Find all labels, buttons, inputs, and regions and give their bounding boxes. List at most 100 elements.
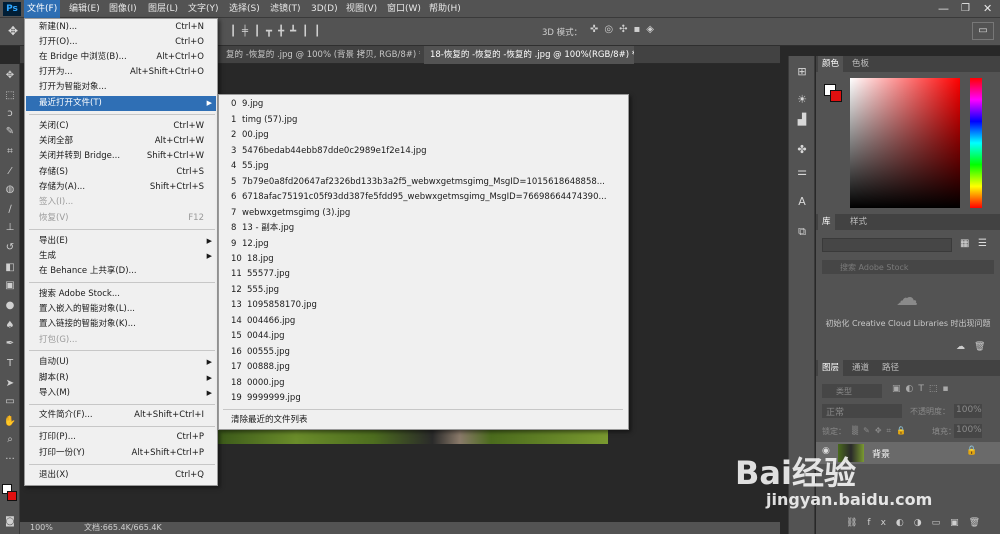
recent-file-item[interactable]: 17 00888.jpg	[219, 360, 628, 375]
menu-item-search-stock[interactable]: 搜索 Adobe Stock...	[26, 287, 216, 302]
crop-tool-icon[interactable]: ⌗	[2, 144, 18, 160]
zoom-tool-icon[interactable]: ⌕	[2, 432, 18, 448]
menu-item-file-info[interactable]: 文件简介(F)... Alt+Shift+Ctrl+I	[26, 408, 216, 423]
grid-view-icon[interactable]: ▦	[960, 238, 969, 249]
recent-file-item[interactable]: 18 0000.jpg	[219, 376, 628, 391]
align-icons[interactable]: ┃╪┃┳╋┻┃┃	[230, 26, 430, 38]
menu-item-browse-bridge[interactable]: 在 Bridge 中浏览(B)... Alt+Ctrl+O	[26, 50, 216, 65]
history-brush-icon[interactable]: ↺	[2, 240, 18, 256]
hand-tool-icon[interactable]: ✋	[2, 414, 18, 430]
menu-item-close[interactable]: 关闭(C) Ctrl+W	[26, 119, 216, 134]
recent-file-item[interactable]: 10 18.jpg	[219, 252, 628, 267]
color-field[interactable]	[850, 78, 960, 208]
library-cloud-icon[interactable]: ☁	[956, 342, 965, 352]
quick-select-icon[interactable]: ✎	[2, 124, 18, 140]
eraser-tool-icon[interactable]: ◧	[2, 260, 18, 276]
healing-brush-icon[interactable]: ◍	[2, 182, 18, 198]
brush-panel-icon[interactable]: ✤	[794, 142, 810, 158]
menu-filter[interactable]: 滤镜(T)	[267, 0, 304, 18]
tab-library[interactable]: 库	[818, 214, 835, 230]
menu-image[interactable]: 图像(I)	[106, 0, 140, 18]
character-icon[interactable]: A	[794, 194, 810, 210]
menu-item-open-smart-object[interactable]: 打开为智能对象...	[26, 80, 216, 95]
menu-edit[interactable]: 编辑(E)	[66, 0, 103, 18]
list-view-icon[interactable]: ☰	[978, 238, 987, 249]
lock-icons[interactable]: ▒✎✥⌗🔒	[852, 426, 911, 436]
menu-item-place-linked[interactable]: 置入链接的智能对象(K)...	[26, 317, 216, 332]
more-tools-icon[interactable]: ···	[2, 452, 18, 468]
recent-file-item[interactable]: 14 004466.jpg	[219, 314, 628, 329]
tab-channels[interactable]: 通道	[848, 360, 873, 376]
menu-item-scripts[interactable]: 脚本(R) ▶	[26, 371, 216, 386]
menu-item-save-as[interactable]: 存储为(A)... Shift+Ctrl+S	[26, 180, 216, 195]
recent-file-item[interactable]: 7 webwxgetmsgimg (3).jpg	[219, 206, 628, 221]
quick-mask-icon[interactable]: ◙	[2, 514, 18, 530]
menu-help[interactable]: 帮助(H)	[426, 0, 464, 18]
history-panel-icon[interactable]: ⊞	[794, 64, 810, 80]
move-tool-icon[interactable]: ✥	[2, 68, 18, 84]
restore-icon[interactable]: ❐	[958, 0, 973, 18]
menu-item-open[interactable]: 打开(O)... Ctrl+O	[26, 35, 216, 50]
background-color-swatch[interactable]	[7, 491, 17, 501]
zoom-level[interactable]: 100%	[30, 522, 53, 534]
menu-item-import[interactable]: 导入(M) ▶	[26, 386, 216, 401]
layers-footer-icons[interactable]: ⛓fx◐◑▭▣🗑	[846, 518, 990, 528]
adjustments-icon[interactable]: ☀	[794, 92, 810, 108]
recent-file-item[interactable]: 4 55.jpg	[219, 159, 628, 174]
stamp-tool-icon[interactable]: ⊥	[2, 220, 18, 236]
recent-file-item[interactable]: 19 9999999.jpg	[219, 391, 628, 406]
recent-file-item[interactable]: 3 5476bedab44ebb87dde0c2989e1f2e14.jpg	[219, 144, 628, 159]
pen-tool-icon[interactable]: ✒	[2, 336, 18, 352]
tab-color[interactable]: 颜色	[818, 56, 844, 72]
tab-styles[interactable]: 样式	[846, 214, 871, 230]
stock-search-input[interactable]: 搜索 Adobe Stock	[822, 260, 994, 274]
menu-3d[interactable]: 3D(D)	[308, 0, 341, 18]
levels-icon[interactable]: ▟	[794, 112, 810, 128]
clear-recent-files[interactable]: 清除最近的文件列表	[219, 413, 628, 428]
close-icon[interactable]: ✕	[980, 0, 995, 18]
menu-item-exit[interactable]: 退出(X) Ctrl+Q	[26, 468, 216, 483]
recent-file-item[interactable]: 12 555.jpg	[219, 283, 628, 298]
hue-slider[interactable]	[970, 78, 982, 208]
opacity-input[interactable]: 100%	[954, 404, 982, 418]
menu-item-print[interactable]: 打印(P)... Ctrl+P	[26, 430, 216, 445]
recent-file-item[interactable]: 1 timg (57).jpg	[219, 113, 628, 128]
tab-document-1[interactable]: 复的 -恢复的 .jpg @ 100% (背景 拷贝, RGB/8#) *	[220, 46, 420, 64]
menu-type[interactable]: 文字(Y)	[185, 0, 222, 18]
type-tool-icon[interactable]: T	[2, 356, 18, 372]
tab-paths[interactable]: 路径	[878, 360, 903, 376]
menu-file[interactable]: 文件(F)	[24, 0, 61, 18]
eyedropper-icon[interactable]: ⁄	[2, 164, 18, 180]
gradient-tool-icon[interactable]: ▣	[2, 278, 18, 294]
brush-tool-icon[interactable]: ∕	[2, 202, 18, 218]
menu-item-generate[interactable]: 生成 ▶	[26, 249, 216, 264]
menu-item-export[interactable]: 导出(E) ▶	[26, 234, 216, 249]
path-select-icon[interactable]: ➤	[2, 376, 18, 392]
menu-item-open-as[interactable]: 打开为... Alt+Shift+Ctrl+O	[26, 65, 216, 80]
recent-file-item[interactable]: 15 0044.jpg	[219, 329, 628, 344]
lasso-tool-icon[interactable]: ↄ	[2, 106, 18, 122]
tab-layers[interactable]: 图层	[818, 360, 844, 376]
menu-item-share-behance[interactable]: 在 Behance 上共享(D)...	[26, 264, 216, 279]
recent-file-item[interactable]: 5 7b79e0a8fd20647af2326bd133b3a2f5_webwxg…	[219, 175, 628, 190]
recent-file-item[interactable]: 16 00555.jpg	[219, 345, 628, 360]
layer-filter-icons[interactable]: ▣◐T⬚▪	[892, 384, 953, 394]
menu-item-close-all[interactable]: 关闭全部 Alt+Ctrl+W	[26, 134, 216, 149]
tab-document-2[interactable]: 18-恢复的 -恢复的 -恢复的 .jpg @ 100%(RGB/8#) *	[424, 46, 634, 64]
blend-mode-select[interactable]: 正常	[822, 404, 902, 418]
menu-layer[interactable]: 图层(L)	[145, 0, 181, 18]
menu-item-close-to-bridge[interactable]: 关闭并转到 Bridge... Shift+Ctrl+W	[26, 149, 216, 164]
shape-tool-icon[interactable]: ▭	[2, 394, 18, 410]
tab-swatches[interactable]: 色板	[848, 56, 873, 72]
menu-item-print-one[interactable]: 打印一份(Y) Alt+Shift+Ctrl+P	[26, 446, 216, 461]
recent-file-item[interactable]: 6 6718afac75191c05f93dd387fe5fdd95_webwxg…	[219, 190, 628, 205]
document-image[interactable]	[218, 428, 608, 444]
menu-window[interactable]: 窗口(W)	[384, 0, 424, 18]
menu-select[interactable]: 选择(S)	[226, 0, 263, 18]
recent-file-item[interactable]: 13 1095858170.jpg	[219, 298, 628, 313]
menu-item-place-embedded[interactable]: 置入嵌入的智能对象(L)...	[26, 302, 216, 317]
layer-kind-filter[interactable]: 类型	[822, 384, 882, 398]
menu-item-save[interactable]: 存储(S) Ctrl+S	[26, 165, 216, 180]
menu-item-recent-files[interactable]: 最近打开文件(T) ▶	[26, 96, 216, 111]
recent-file-item[interactable]: 11 55577.jpg	[219, 267, 628, 282]
